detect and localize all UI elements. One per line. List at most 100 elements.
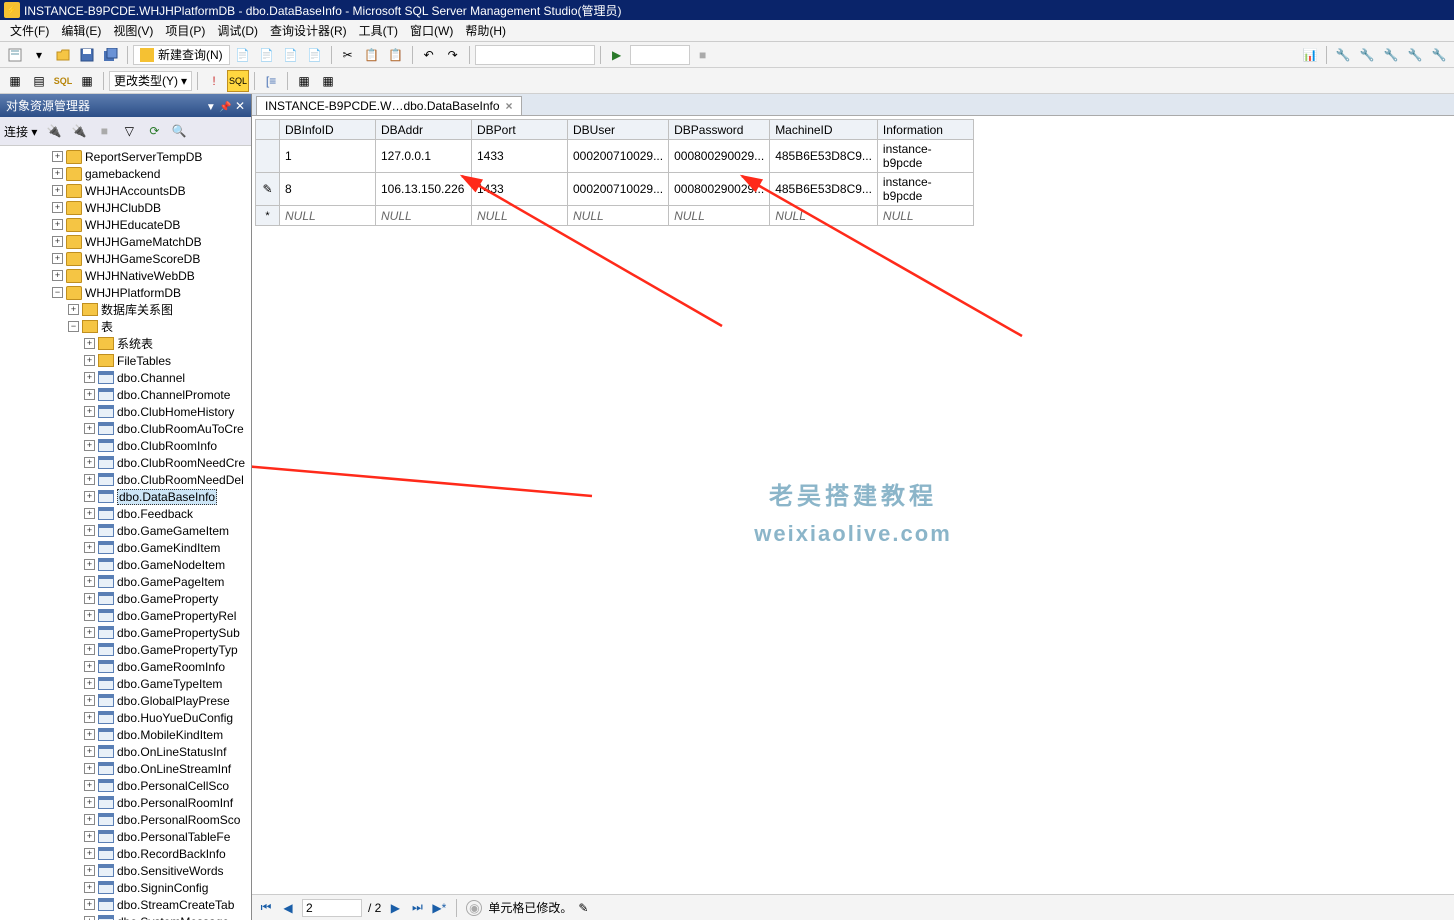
tb-r2[interactable]: 🔧 xyxy=(1356,44,1378,66)
new-project-button[interactable] xyxy=(4,44,26,66)
show-sql-button[interactable]: SQL xyxy=(52,70,74,92)
show-diagram-button[interactable]: ▦ xyxy=(4,70,26,92)
cell-null[interactable]: NULL xyxy=(376,206,472,226)
object-tree[interactable]: +ReportServerTempDB+gamebackend+WHJHAcco… xyxy=(0,146,251,920)
expander-icon[interactable]: + xyxy=(52,219,63,230)
cell-null[interactable]: NULL xyxy=(669,206,770,226)
menu-file[interactable]: 文件(F) xyxy=(4,22,55,39)
menu-tools[interactable]: 工具(T) xyxy=(353,22,404,39)
tree-node[interactable]: +dbo.ClubRoomNeedDel xyxy=(0,471,251,488)
tb-btn-2[interactable]: 📄 xyxy=(256,44,278,66)
save-button[interactable] xyxy=(76,44,98,66)
expander-icon[interactable]: + xyxy=(84,661,95,672)
connect-label[interactable]: 连接 ▾ xyxy=(4,123,37,140)
tb-r3[interactable]: 🔧 xyxy=(1380,44,1402,66)
cell[interactable]: 106.13.150.226 xyxy=(376,173,472,206)
tree-node[interactable]: −表 xyxy=(0,318,251,335)
expander-icon[interactable]: + xyxy=(84,610,95,621)
tree-node[interactable]: +dbo.ClubHomeHistory xyxy=(0,403,251,420)
undo-button[interactable]: ↶ xyxy=(418,44,440,66)
cell[interactable]: 000200710029... xyxy=(568,173,669,206)
cut-button[interactable]: ✂ xyxy=(337,44,359,66)
tree-node[interactable]: +dbo.GameKindItem xyxy=(0,539,251,556)
expander-icon[interactable]: + xyxy=(84,508,95,519)
expander-icon[interactable]: + xyxy=(84,746,95,757)
stop-button[interactable]: ■ xyxy=(692,44,714,66)
data-grid[interactable]: DBInfoIDDBAddrDBPortDBUserDBPasswordMach… xyxy=(255,119,974,226)
expander-icon[interactable]: + xyxy=(52,168,63,179)
close-icon[interactable]: ✕ xyxy=(235,99,245,113)
tree-node[interactable]: +dbo.OnLineStreamInf xyxy=(0,760,251,777)
nav-new-icon[interactable]: ▶* xyxy=(431,900,447,916)
tree-node[interactable]: +dbo.GameRoomInfo xyxy=(0,658,251,675)
expander-icon[interactable]: + xyxy=(52,253,63,264)
expander-icon[interactable]: + xyxy=(84,474,95,485)
tb-r1[interactable]: 🔧 xyxy=(1332,44,1354,66)
new-row[interactable]: *NULLNULLNULLNULLNULLNULLNULL xyxy=(256,206,974,226)
tree-node[interactable]: +dbo.Channel xyxy=(0,369,251,386)
tree-node[interactable]: +dbo.SensitiveWords xyxy=(0,862,251,879)
cell[interactable]: 000200710029... xyxy=(568,140,669,173)
cell[interactable]: 127.0.0.1 xyxy=(376,140,472,173)
cell[interactable]: 1433 xyxy=(472,173,568,206)
tree-node[interactable]: +dbo.PersonalTableFe xyxy=(0,828,251,845)
column-header[interactable]: DBPort xyxy=(472,120,568,140)
tree-node[interactable]: +dbo.GameNodeItem xyxy=(0,556,251,573)
cell[interactable]: 8 xyxy=(280,173,376,206)
tb-btn-3[interactable]: 📄 xyxy=(280,44,302,66)
row-header[interactable] xyxy=(256,140,280,173)
expander-icon[interactable]: + xyxy=(84,491,95,502)
nav-position-input[interactable] xyxy=(302,899,362,917)
cell[interactable]: 1 xyxy=(280,140,376,173)
expander-icon[interactable]: + xyxy=(52,202,63,213)
cell[interactable]: 485B6E53D8C9... xyxy=(770,140,878,173)
expander-icon[interactable]: + xyxy=(52,236,63,247)
redo-button[interactable]: ↷ xyxy=(442,44,464,66)
execute-button[interactable]: ▶ xyxy=(606,44,628,66)
menu-project[interactable]: 项目(P) xyxy=(159,22,211,39)
debug-combo[interactable] xyxy=(630,45,690,65)
menu-view[interactable]: 视图(V) xyxy=(107,22,159,39)
expander-icon[interactable]: + xyxy=(84,644,95,655)
cell-null[interactable]: NULL xyxy=(770,206,878,226)
tree-node[interactable]: +dbo.PersonalRoomInf xyxy=(0,794,251,811)
addnew-button[interactable]: ▦ xyxy=(317,70,339,92)
tree-node[interactable]: +dbo.GameTypeItem xyxy=(0,675,251,692)
tree-node[interactable]: +dbo.GamePropertyRel xyxy=(0,607,251,624)
expander-icon[interactable]: + xyxy=(84,576,95,587)
expander-icon[interactable]: + xyxy=(84,882,95,893)
tb-r5[interactable]: 🔧 xyxy=(1428,44,1450,66)
expander-icon[interactable]: − xyxy=(68,321,79,332)
nav-next-icon[interactable]: ▶ xyxy=(387,900,403,916)
menu-window[interactable]: 窗口(W) xyxy=(404,22,459,39)
expander-icon[interactable]: + xyxy=(84,440,95,451)
tree-node[interactable]: +dbo.MobileKindItem xyxy=(0,726,251,743)
expander-icon[interactable]: + xyxy=(84,780,95,791)
tree-node[interactable]: +WHJHGameScoreDB xyxy=(0,250,251,267)
copy-button[interactable]: 📋 xyxy=(361,44,383,66)
expander-icon[interactable]: + xyxy=(52,185,63,196)
expander-icon[interactable]: + xyxy=(84,729,95,740)
search-icon[interactable]: 🔍 xyxy=(168,120,190,142)
column-header[interactable]: DBPassword xyxy=(669,120,770,140)
tree-node[interactable]: +WHJHGameMatchDB xyxy=(0,233,251,250)
addtable-button[interactable]: ▦ xyxy=(293,70,315,92)
row-header[interactable]: * xyxy=(256,206,280,226)
tree-node[interactable]: +WHJHNativeWebDB xyxy=(0,267,251,284)
cell-null[interactable]: NULL xyxy=(472,206,568,226)
nav-stop-icon[interactable]: ◉ xyxy=(466,900,482,916)
expander-icon[interactable]: + xyxy=(84,525,95,536)
column-header[interactable]: DBUser xyxy=(568,120,669,140)
column-header[interactable]: DBAddr xyxy=(376,120,472,140)
tree-node[interactable]: +dbo.GamePropertySub xyxy=(0,624,251,641)
dropdown-icon[interactable]: ▾ xyxy=(28,44,50,66)
open-button[interactable] xyxy=(52,44,74,66)
expander-icon[interactable]: + xyxy=(84,338,95,349)
cell[interactable]: instance-b9pcde xyxy=(877,140,973,173)
tree-node[interactable]: +dbo.OnLineStatusInf xyxy=(0,743,251,760)
tree-node[interactable]: +ReportServerTempDB xyxy=(0,148,251,165)
cell[interactable]: instance-b9pcde xyxy=(877,173,973,206)
expander-icon[interactable]: + xyxy=(84,559,95,570)
tree-node[interactable]: +dbo.ClubRoomInfo xyxy=(0,437,251,454)
column-header[interactable]: DBInfoID xyxy=(280,120,376,140)
